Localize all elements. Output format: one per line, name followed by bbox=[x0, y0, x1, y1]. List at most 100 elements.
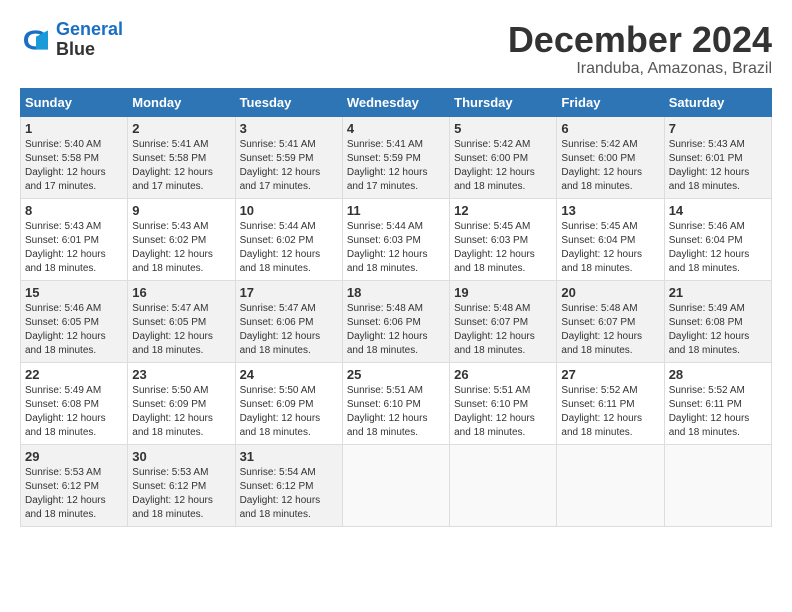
day-number: 14 bbox=[669, 203, 767, 218]
day-info: Sunrise: 5:43 AM Sunset: 6:01 PM Dayligh… bbox=[669, 138, 767, 194]
logo-text: GeneralBlue bbox=[56, 20, 123, 60]
day-number: 17 bbox=[240, 285, 338, 300]
calendar-cell: 17 Sunrise: 5:47 AM Sunset: 6:06 PM Dayl… bbox=[235, 280, 342, 362]
calendar-cell: 18 Sunrise: 5:48 AM Sunset: 6:06 PM Dayl… bbox=[342, 280, 449, 362]
day-info: Sunrise: 5:44 AM Sunset: 6:02 PM Dayligh… bbox=[240, 220, 338, 276]
day-number: 13 bbox=[561, 203, 659, 218]
day-number: 26 bbox=[454, 367, 552, 382]
day-info: Sunrise: 5:43 AM Sunset: 6:02 PM Dayligh… bbox=[132, 220, 230, 276]
day-number: 3 bbox=[240, 121, 338, 136]
day-number: 19 bbox=[454, 285, 552, 300]
calendar-cell: 6 Sunrise: 5:42 AM Sunset: 6:00 PM Dayli… bbox=[557, 116, 664, 198]
day-number: 27 bbox=[561, 367, 659, 382]
calendar-cell: 13 Sunrise: 5:45 AM Sunset: 6:04 PM Dayl… bbox=[557, 198, 664, 280]
day-number: 23 bbox=[132, 367, 230, 382]
day-number: 22 bbox=[25, 367, 123, 382]
calendar-cell: 21 Sunrise: 5:49 AM Sunset: 6:08 PM Dayl… bbox=[664, 280, 771, 362]
day-info: Sunrise: 5:51 AM Sunset: 6:10 PM Dayligh… bbox=[454, 384, 552, 440]
calendar-cell bbox=[557, 444, 664, 526]
day-number: 28 bbox=[669, 367, 767, 382]
day-number: 6 bbox=[561, 121, 659, 136]
day-number: 5 bbox=[454, 121, 552, 136]
header-sunday: Sunday bbox=[21, 88, 128, 116]
calendar-cell bbox=[664, 444, 771, 526]
calendar-cell: 10 Sunrise: 5:44 AM Sunset: 6:02 PM Dayl… bbox=[235, 198, 342, 280]
day-number: 21 bbox=[669, 285, 767, 300]
calendar-cell: 29 Sunrise: 5:53 AM Sunset: 6:12 PM Dayl… bbox=[21, 444, 128, 526]
day-info: Sunrise: 5:52 AM Sunset: 6:11 PM Dayligh… bbox=[561, 384, 659, 440]
logo-icon bbox=[20, 24, 52, 56]
day-number: 20 bbox=[561, 285, 659, 300]
calendar-week-5: 29 Sunrise: 5:53 AM Sunset: 6:12 PM Dayl… bbox=[21, 444, 772, 526]
day-number: 9 bbox=[132, 203, 230, 218]
calendar-cell: 16 Sunrise: 5:47 AM Sunset: 6:05 PM Dayl… bbox=[128, 280, 235, 362]
day-info: Sunrise: 5:48 AM Sunset: 6:07 PM Dayligh… bbox=[454, 302, 552, 358]
header-saturday: Saturday bbox=[664, 88, 771, 116]
day-number: 25 bbox=[347, 367, 445, 382]
calendar-cell: 28 Sunrise: 5:52 AM Sunset: 6:11 PM Dayl… bbox=[664, 362, 771, 444]
location-subtitle: Iranduba, Amazonas, Brazil bbox=[508, 60, 772, 78]
header-tuesday: Tuesday bbox=[235, 88, 342, 116]
day-info: Sunrise: 5:43 AM Sunset: 6:01 PM Dayligh… bbox=[25, 220, 123, 276]
calendar-cell: 30 Sunrise: 5:53 AM Sunset: 6:12 PM Dayl… bbox=[128, 444, 235, 526]
day-info: Sunrise: 5:41 AM Sunset: 5:58 PM Dayligh… bbox=[132, 138, 230, 194]
day-info: Sunrise: 5:49 AM Sunset: 6:08 PM Dayligh… bbox=[25, 384, 123, 440]
day-info: Sunrise: 5:51 AM Sunset: 6:10 PM Dayligh… bbox=[347, 384, 445, 440]
calendar-cell bbox=[342, 444, 449, 526]
day-number: 1 bbox=[25, 121, 123, 136]
calendar-cell: 5 Sunrise: 5:42 AM Sunset: 6:00 PM Dayli… bbox=[450, 116, 557, 198]
day-number: 31 bbox=[240, 449, 338, 464]
day-number: 12 bbox=[454, 203, 552, 218]
day-info: Sunrise: 5:42 AM Sunset: 6:00 PM Dayligh… bbox=[561, 138, 659, 194]
day-number: 24 bbox=[240, 367, 338, 382]
title-block: December 2024 Iranduba, Amazonas, Brazil bbox=[508, 20, 772, 78]
calendar-cell: 19 Sunrise: 5:48 AM Sunset: 6:07 PM Dayl… bbox=[450, 280, 557, 362]
day-info: Sunrise: 5:54 AM Sunset: 6:12 PM Dayligh… bbox=[240, 466, 338, 522]
month-title: December 2024 bbox=[508, 20, 772, 60]
day-number: 29 bbox=[25, 449, 123, 464]
calendar-cell: 24 Sunrise: 5:50 AM Sunset: 6:09 PM Dayl… bbox=[235, 362, 342, 444]
calendar-cell: 15 Sunrise: 5:46 AM Sunset: 6:05 PM Dayl… bbox=[21, 280, 128, 362]
day-info: Sunrise: 5:41 AM Sunset: 5:59 PM Dayligh… bbox=[240, 138, 338, 194]
day-number: 8 bbox=[25, 203, 123, 218]
day-info: Sunrise: 5:49 AM Sunset: 6:08 PM Dayligh… bbox=[669, 302, 767, 358]
day-info: Sunrise: 5:47 AM Sunset: 6:05 PM Dayligh… bbox=[132, 302, 230, 358]
day-info: Sunrise: 5:41 AM Sunset: 5:59 PM Dayligh… bbox=[347, 138, 445, 194]
calendar-cell bbox=[450, 444, 557, 526]
calendar-week-3: 15 Sunrise: 5:46 AM Sunset: 6:05 PM Dayl… bbox=[21, 280, 772, 362]
calendar-cell: 31 Sunrise: 5:54 AM Sunset: 6:12 PM Dayl… bbox=[235, 444, 342, 526]
calendar-cell: 7 Sunrise: 5:43 AM Sunset: 6:01 PM Dayli… bbox=[664, 116, 771, 198]
day-info: Sunrise: 5:53 AM Sunset: 6:12 PM Dayligh… bbox=[25, 466, 123, 522]
day-info: Sunrise: 5:44 AM Sunset: 6:03 PM Dayligh… bbox=[347, 220, 445, 276]
calendar-cell: 27 Sunrise: 5:52 AM Sunset: 6:11 PM Dayl… bbox=[557, 362, 664, 444]
calendar-cell: 4 Sunrise: 5:41 AM Sunset: 5:59 PM Dayli… bbox=[342, 116, 449, 198]
calendar-cell: 11 Sunrise: 5:44 AM Sunset: 6:03 PM Dayl… bbox=[342, 198, 449, 280]
calendar-cell: 9 Sunrise: 5:43 AM Sunset: 6:02 PM Dayli… bbox=[128, 198, 235, 280]
day-info: Sunrise: 5:50 AM Sunset: 6:09 PM Dayligh… bbox=[240, 384, 338, 440]
calendar-cell: 14 Sunrise: 5:46 AM Sunset: 6:04 PM Dayl… bbox=[664, 198, 771, 280]
calendar-cell: 8 Sunrise: 5:43 AM Sunset: 6:01 PM Dayli… bbox=[21, 198, 128, 280]
day-number: 30 bbox=[132, 449, 230, 464]
calendar-week-4: 22 Sunrise: 5:49 AM Sunset: 6:08 PM Dayl… bbox=[21, 362, 772, 444]
calendar-header-row: SundayMondayTuesdayWednesdayThursdayFrid… bbox=[21, 88, 772, 116]
calendar-cell: 2 Sunrise: 5:41 AM Sunset: 5:58 PM Dayli… bbox=[128, 116, 235, 198]
calendar-cell: 26 Sunrise: 5:51 AM Sunset: 6:10 PM Dayl… bbox=[450, 362, 557, 444]
day-info: Sunrise: 5:42 AM Sunset: 6:00 PM Dayligh… bbox=[454, 138, 552, 194]
day-info: Sunrise: 5:52 AM Sunset: 6:11 PM Dayligh… bbox=[669, 384, 767, 440]
day-info: Sunrise: 5:40 AM Sunset: 5:58 PM Dayligh… bbox=[25, 138, 123, 194]
calendar-week-2: 8 Sunrise: 5:43 AM Sunset: 6:01 PM Dayli… bbox=[21, 198, 772, 280]
day-info: Sunrise: 5:45 AM Sunset: 6:04 PM Dayligh… bbox=[561, 220, 659, 276]
day-number: 16 bbox=[132, 285, 230, 300]
day-info: Sunrise: 5:46 AM Sunset: 6:04 PM Dayligh… bbox=[669, 220, 767, 276]
day-info: Sunrise: 5:47 AM Sunset: 6:06 PM Dayligh… bbox=[240, 302, 338, 358]
header-wednesday: Wednesday bbox=[342, 88, 449, 116]
calendar-cell: 22 Sunrise: 5:49 AM Sunset: 6:08 PM Dayl… bbox=[21, 362, 128, 444]
page-header: GeneralBlue December 2024 Iranduba, Amaz… bbox=[20, 20, 772, 78]
day-info: Sunrise: 5:53 AM Sunset: 6:12 PM Dayligh… bbox=[132, 466, 230, 522]
day-number: 18 bbox=[347, 285, 445, 300]
calendar-cell: 23 Sunrise: 5:50 AM Sunset: 6:09 PM Dayl… bbox=[128, 362, 235, 444]
day-number: 7 bbox=[669, 121, 767, 136]
calendar-cell: 20 Sunrise: 5:48 AM Sunset: 6:07 PM Dayl… bbox=[557, 280, 664, 362]
header-friday: Friday bbox=[557, 88, 664, 116]
calendar-week-1: 1 Sunrise: 5:40 AM Sunset: 5:58 PM Dayli… bbox=[21, 116, 772, 198]
